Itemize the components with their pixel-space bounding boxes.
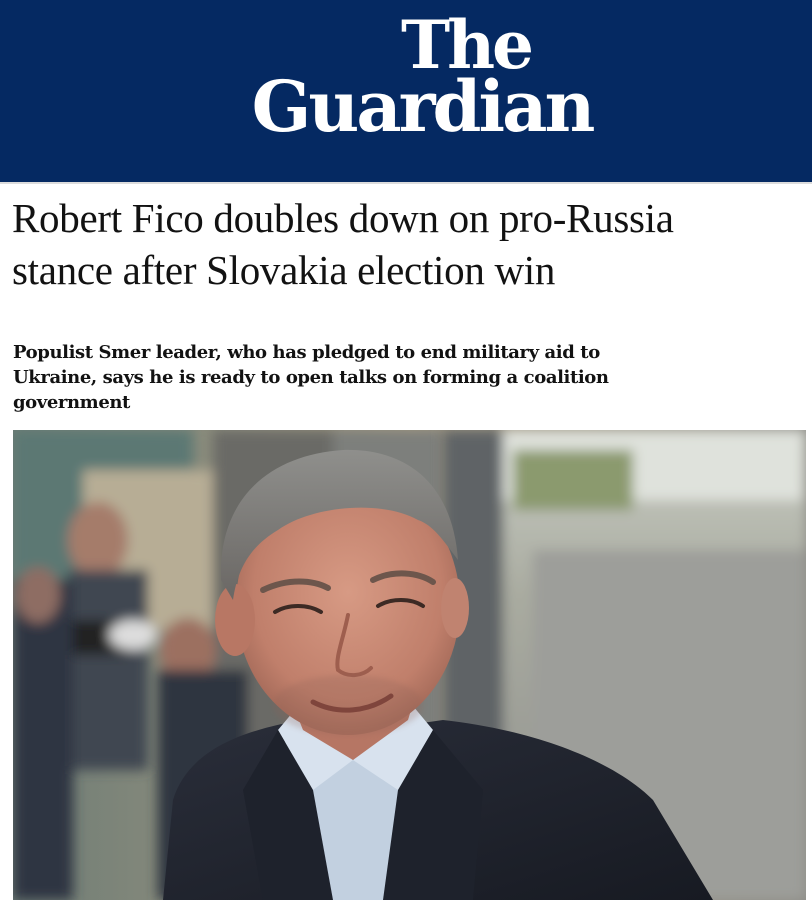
standfirst-line: government xyxy=(13,392,130,413)
guardian-logo[interactable]: The Guardian xyxy=(0,0,812,182)
hero-photo-illustration xyxy=(13,430,806,900)
masthead-divider xyxy=(0,182,812,184)
standfirst-line: Ukraine, says he is ready to open talks … xyxy=(13,367,609,388)
masthead: The Guardian xyxy=(0,0,812,182)
standfirst-line: Populist Smer leader, who has pledged to… xyxy=(13,342,600,363)
article-standfirst: Populist Smer leader, who has pledged to… xyxy=(13,340,653,415)
headline-line: Robert Fico doubles down on pro-Russia xyxy=(12,195,674,241)
headline-line: stance after Slovakia election win xyxy=(12,247,556,293)
logo-word-guardian: Guardian xyxy=(251,65,596,148)
hero-image[interactable] xyxy=(13,430,806,900)
article-headline: Robert Fico doubles down on pro-Russia s… xyxy=(12,192,812,296)
